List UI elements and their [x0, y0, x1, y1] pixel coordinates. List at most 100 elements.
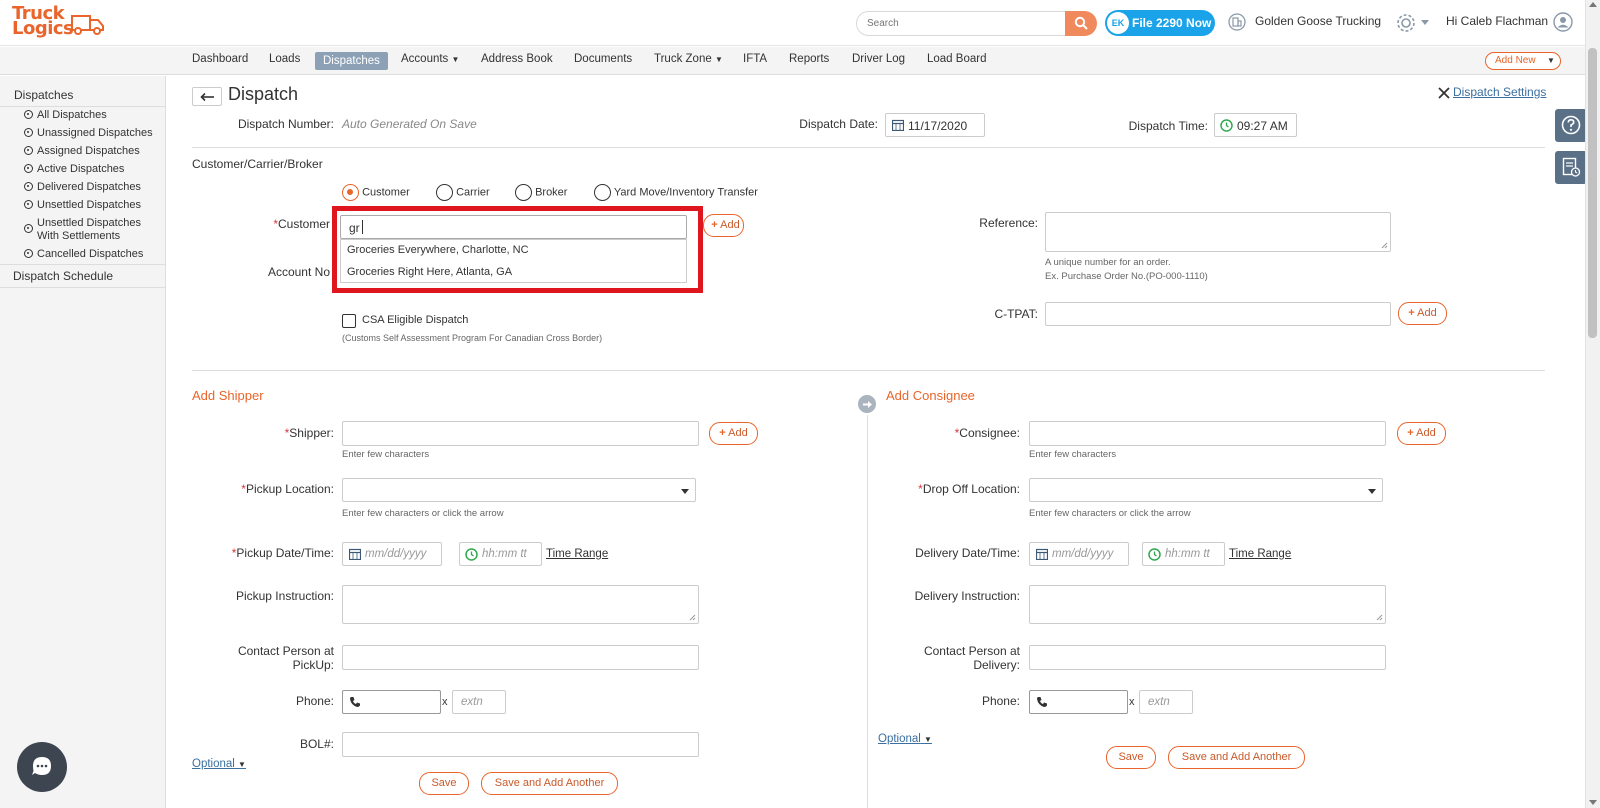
shipper-save-button[interactable]: Save: [419, 772, 469, 795]
nav-truck-zone[interactable]: Truck Zone ▼: [654, 53, 723, 65]
gear-icon[interactable]: [1395, 12, 1417, 34]
sidebar-item-unsettled-with-settlements[interactable]: Unsettled Dispatches With Settlements: [24, 217, 149, 243]
customer-add-button[interactable]: + Add: [703, 214, 744, 237]
scroll-up-arrow-icon[interactable]: [1589, 2, 1597, 7]
consignee-input[interactable]: [1029, 421, 1386, 446]
radio-yard-move[interactable]: Yard Move/Inventory Transfer: [594, 184, 758, 201]
bullet-icon: [24, 164, 33, 173]
delivery-phone-input[interactable]: [1029, 690, 1128, 714]
delivery-contact-label: Contact Person at Delivery:: [923, 644, 1020, 672]
nav-reports[interactable]: Reports: [789, 53, 829, 65]
radio-broker[interactable]: Broker: [515, 184, 567, 201]
calendar-icon: [1036, 548, 1048, 560]
nav-dashboard[interactable]: Dashboard: [192, 53, 248, 65]
bullet-icon: [24, 128, 33, 137]
consignee-add-button[interactable]: + Add: [1397, 422, 1446, 445]
reference-input[interactable]: [1045, 212, 1391, 252]
consignee-optional-link[interactable]: Optional ▼: [878, 733, 932, 745]
ctpat-add-button[interactable]: + Add: [1398, 302, 1447, 325]
bol-input[interactable]: [342, 732, 699, 757]
pickup-phone-input[interactable]: [342, 690, 441, 714]
page-scrollbar-thumb[interactable]: [1588, 48, 1597, 338]
add-new-button[interactable]: Add New ▼: [1485, 52, 1561, 70]
sidebar-item-unsettled[interactable]: Unsettled Dispatches: [24, 199, 141, 212]
shipper-input[interactable]: [342, 421, 699, 446]
sidebar-heading-dispatches[interactable]: Dispatches: [14, 88, 73, 102]
delivery-time-input[interactable]: hh:mm tt: [1142, 542, 1225, 566]
delivery-contact-input[interactable]: [1029, 645, 1386, 670]
bol-label: BOL#:: [299, 737, 334, 751]
suggestion-item[interactable]: Groceries Right Here, Atlanta, GA: [341, 262, 686, 283]
scroll-down-arrow-icon[interactable]: [1589, 800, 1597, 805]
dispatch-number-label: Dispatch Number:: [237, 117, 334, 131]
radio-customer[interactable]: Customer: [342, 184, 410, 201]
suggestion-item[interactable]: Groceries Everywhere, Charlotte, NC: [341, 240, 686, 261]
search-button[interactable]: [1065, 11, 1097, 36]
shipper-optional-link[interactable]: Optional ▼: [192, 758, 246, 770]
consignee-save-button[interactable]: Save: [1106, 746, 1156, 769]
nav-dispatches[interactable]: Dispatches: [315, 52, 388, 70]
pickup-ext-input[interactable]: extn: [452, 690, 506, 714]
sidebar-item-label: Unsettled Dispatches With Settlements: [37, 217, 141, 242]
sidebar-item-all-dispatches[interactable]: All Dispatches: [24, 109, 107, 122]
nav-ifta[interactable]: IFTA: [743, 53, 767, 65]
pickup-instruction-input[interactable]: [342, 585, 699, 624]
pickup-time-input[interactable]: hh:mm tt: [459, 542, 542, 566]
chevron-down-icon[interactable]: [1368, 489, 1376, 494]
delivery-instruction-input[interactable]: [1029, 585, 1386, 624]
settings-chevron-down-icon[interactable]: [1421, 20, 1429, 25]
truck-logics-logo[interactable]: Truck Logics: [12, 5, 104, 42]
plus-icon: +: [1408, 307, 1415, 319]
dropoff-location-hint: Enter few characters or click the arrow: [1029, 508, 1191, 519]
delivery-date-input[interactable]: mm/dd/yyyy: [1029, 542, 1129, 566]
dispatch-time-field[interactable]: 09:27 AM: [1214, 113, 1297, 137]
company-name[interactable]: Golden Goose Trucking: [1255, 14, 1381, 28]
resize-handle-icon[interactable]: [1381, 242, 1388, 249]
notes-button[interactable]: [1555, 151, 1587, 184]
nav-driver-log[interactable]: Driver Log: [852, 53, 905, 65]
ctpat-input[interactable]: [1045, 302, 1391, 326]
pickup-contact-input[interactable]: [342, 645, 699, 670]
nav-address-book[interactable]: Address Book: [481, 53, 553, 65]
nav-documents[interactable]: Documents: [574, 53, 632, 65]
pickup-date-input[interactable]: mm/dd/yyyy: [342, 542, 442, 566]
shipper-add-button[interactable]: + Add: [709, 422, 758, 445]
phone-icon: [1037, 697, 1047, 707]
nav-accounts[interactable]: Accounts ▼: [401, 53, 459, 65]
delivery-time-range-link[interactable]: Time Range: [1229, 548, 1291, 560]
resize-handle-icon[interactable]: [689, 614, 696, 621]
search-input[interactable]: [856, 11, 1066, 36]
sidebar-item-active[interactable]: Active Dispatches: [24, 163, 124, 176]
sidebar-item-dispatch-schedule[interactable]: Dispatch Schedule: [13, 269, 113, 283]
radio-unselected-icon: [515, 184, 532, 201]
nav-loads[interactable]: Loads: [269, 53, 300, 65]
pickup-location-select[interactable]: [342, 478, 696, 502]
sidebar-item-delivered[interactable]: Delivered Dispatches: [24, 181, 141, 194]
help-button[interactable]: [1555, 109, 1587, 142]
sidebar-item-cancelled[interactable]: Cancelled Dispatches: [24, 248, 143, 261]
user-greeting[interactable]: Hi Caleb Flachman: [1446, 14, 1548, 28]
nav-load-board[interactable]: Load Board: [927, 53, 986, 65]
chevron-down-icon[interactable]: [681, 489, 689, 494]
sidebar-item-assigned[interactable]: Assigned Dispatches: [24, 145, 140, 158]
customer-input[interactable]: gr: [340, 215, 687, 239]
back-button[interactable]: [192, 87, 222, 106]
user-avatar-icon[interactable]: [1553, 12, 1573, 32]
section-divider: [192, 147, 1545, 148]
shipper-save-add-another-button[interactable]: Save and Add Another: [481, 772, 618, 795]
chat-widget-button[interactable]: [17, 742, 67, 792]
csa-checkbox[interactable]: [342, 314, 356, 328]
pickup-time-range-link[interactable]: Time Range: [546, 548, 608, 560]
copy-to-consignee-button[interactable]: [856, 393, 878, 415]
dispatch-date-field[interactable]: 11/17/2020: [885, 113, 985, 137]
sidebar-item-unassigned[interactable]: Unassigned Dispatches: [24, 127, 153, 140]
dropoff-location-select[interactable]: [1029, 478, 1383, 502]
consignee-save-add-another-button[interactable]: Save and Add Another: [1168, 746, 1305, 769]
bullet-icon: [24, 146, 33, 155]
radio-carrier[interactable]: Carrier: [436, 184, 490, 201]
delivery-ext-input[interactable]: extn: [1139, 690, 1193, 714]
bullet-icon: [24, 200, 33, 209]
resize-handle-icon[interactable]: [1376, 614, 1383, 621]
dispatch-settings-link[interactable]: Dispatch Settings: [1453, 85, 1546, 99]
file-2290-button[interactable]: EK File 2290 Now: [1105, 10, 1215, 36]
